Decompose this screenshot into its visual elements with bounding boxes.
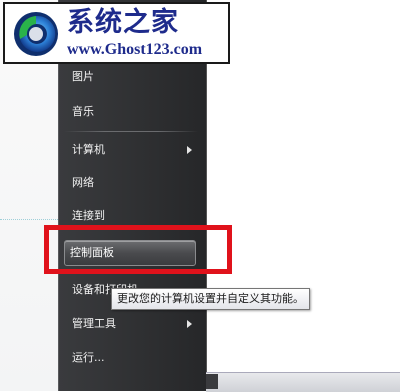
menu-item-label: 图片: [72, 70, 94, 83]
ghost-logo-icon: [14, 12, 58, 56]
bottom-shutdown-bar: [206, 372, 400, 392]
menu-item-computer[interactable]: 计算机: [58, 137, 206, 163]
menu-item-label: 音乐: [72, 105, 94, 118]
dotted-guide-line: [0, 219, 58, 220]
control-panel-tooltip: 更改您的计算机设置并自定义其功能。: [111, 288, 310, 310]
annotation-highlight-box: [44, 225, 232, 274]
submenu-arrow-icon: [187, 146, 192, 154]
menu-separator: [64, 131, 198, 132]
menu-item-admin-tools[interactable]: 管理工具: [58, 311, 206, 337]
menu-item-music[interactable]: 音乐: [58, 99, 206, 125]
menu-item-label: 运行...: [72, 351, 105, 364]
menu-item-label: 管理工具: [72, 317, 116, 330]
menu-item-pictures[interactable]: 图片: [58, 64, 206, 90]
watermark-title: 系统之家: [67, 7, 179, 38]
site-watermark: 系统之家 www.Ghost123.com: [3, 2, 230, 64]
menu-item-run[interactable]: 运行...: [58, 345, 206, 371]
menu-item-label: 计算机: [72, 143, 105, 156]
watermark-url: www.Ghost123.com: [67, 41, 203, 58]
menu-item-label: 连接到: [72, 209, 105, 222]
submenu-arrow-icon: [187, 320, 192, 328]
menu-item-network[interactable]: 网络: [58, 170, 206, 196]
bottom-menu-edge: [206, 374, 218, 389]
menu-item-label: 网络: [72, 176, 94, 189]
